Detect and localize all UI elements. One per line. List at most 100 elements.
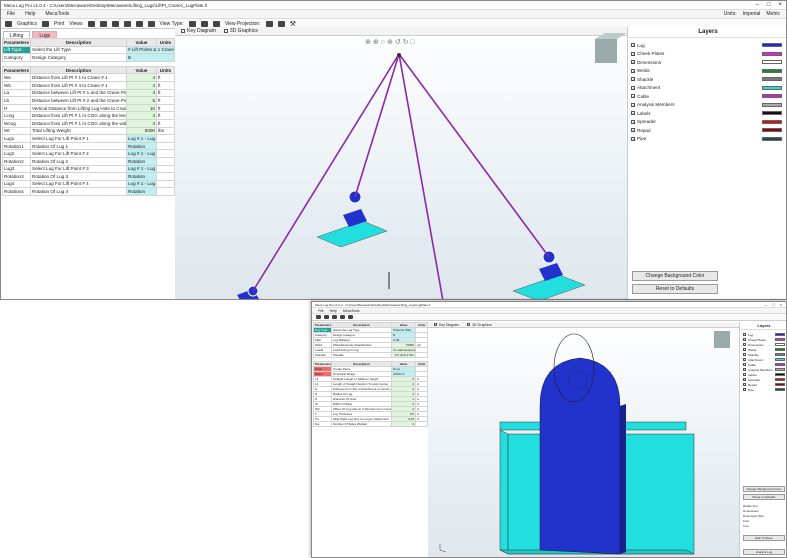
param-value[interactable]: 5 Loads Entered (391, 347, 416, 353)
layer-checkbox[interactable]: ✓ (743, 338, 747, 342)
layer-checkbox[interactable]: ✓ (631, 60, 635, 65)
view-type-wire-icon[interactable] (200, 20, 208, 27)
3d-viewport[interactable]: Key Diagram 3D Graphics (428, 322, 739, 557)
param-value[interactable]: Lug # 1 - Lug (126, 134, 157, 143)
param-value[interactable]: 4 (126, 118, 157, 128)
minimize-icon[interactable]: – (765, 302, 767, 307)
layer-row[interactable]: ✓ Welds (628, 67, 786, 76)
layer-checkbox[interactable]: ✓ (631, 102, 635, 107)
change-background-color-button[interactable]: Change Background Color (743, 486, 785, 492)
view-right-icon[interactable] (123, 20, 131, 27)
view-iso-icon[interactable] (348, 315, 353, 319)
layer-color-swatch[interactable] (762, 77, 782, 82)
layer-color-swatch[interactable] (775, 378, 785, 381)
layer-color-swatch[interactable] (775, 363, 785, 366)
layer-checkbox[interactable]: ✓ (631, 43, 635, 48)
layer-color-swatch[interactable] (775, 338, 785, 341)
param-value[interactable]: 4 (126, 73, 157, 82)
layer-checkbox[interactable]: ✓ (743, 333, 747, 337)
layer-row[interactable]: ✓ Pipe (628, 135, 786, 144)
layer-checkbox[interactable]: ✓ (743, 383, 747, 387)
param-value[interactable]: Lug # 1 - Lug (126, 164, 157, 174)
close-icon[interactable]: × (780, 302, 782, 307)
reset-to-defaults-button[interactable]: Reset to Defaults (632, 284, 718, 294)
layer-color-swatch[interactable] (775, 373, 785, 376)
layer-color-swatch[interactable] (762, 43, 782, 48)
layer-color-swatch[interactable] (775, 343, 785, 346)
line-option[interactable]: Line (743, 524, 785, 529)
param-value[interactable]: Lug # 1 - Lug (126, 149, 157, 158)
layer-row[interactable]: ✓ Shackle (628, 75, 786, 84)
projection-ortho-icon[interactable] (277, 20, 285, 27)
layer-row[interactable]: ✓ Analysis Members (628, 101, 786, 110)
print-icon[interactable] (324, 315, 329, 319)
view-top-icon[interactable] (135, 20, 143, 27)
layer-checkbox[interactable]: ✓ (631, 94, 635, 99)
layer-color-swatch[interactable] (775, 358, 785, 361)
param-value[interactable]: 4 (126, 88, 157, 98)
print-icon[interactable] (42, 20, 50, 27)
analyze-lug-button[interactable]: Analyze Lug (743, 549, 785, 555)
layer-checkbox[interactable]: ✓ (743, 348, 747, 352)
layer-color-swatch[interactable] (775, 333, 785, 336)
reset-to-defaults-button[interactable]: Reset to Defaults (743, 494, 785, 500)
layer-color-swatch[interactable] (762, 136, 782, 141)
menu-mecatools[interactable]: MecaTools (343, 309, 360, 313)
layer-color-swatch[interactable] (762, 128, 782, 133)
view-front-icon[interactable] (87, 20, 95, 27)
layer-row[interactable]: ✓ Cheek Plates (628, 50, 786, 59)
maximize-icon[interactable]: □ (767, 2, 771, 8)
layer-color-swatch[interactable] (762, 94, 782, 99)
lift-type-select[interactable]: # Lift Points & 1 Crane (126, 45, 175, 55)
param-value[interactable]: Rotation (126, 172, 157, 181)
layer-checkbox[interactable]: ✓ (743, 358, 747, 362)
view-left-icon[interactable] (111, 20, 119, 27)
layer-checkbox[interactable]: ✓ (631, 68, 635, 73)
menu-help[interactable]: Help (330, 309, 337, 313)
layer-color-swatch[interactable] (762, 119, 782, 124)
layer-checkbox[interactable]: ✓ (631, 51, 635, 56)
param-value[interactable]: 5 (126, 96, 157, 105)
param-value[interactable]: 10 (126, 103, 157, 113)
view-type-edges-icon[interactable] (212, 20, 220, 27)
layer-row[interactable]: ✓ Attachment (628, 84, 786, 93)
layer-color-swatch[interactable] (775, 383, 785, 386)
view-front-icon[interactable] (332, 315, 337, 319)
graphics-icon[interactable] (5, 20, 12, 27)
change-background-color-button[interactable]: Change Background Color (632, 271, 718, 281)
menu-help[interactable]: Help (25, 11, 35, 17)
category-select[interactable]: B (126, 53, 175, 62)
param-value[interactable]: 4 (126, 111, 157, 120)
layer-checkbox[interactable]: ✓ (631, 136, 635, 141)
layer-checkbox[interactable]: ✓ (631, 77, 635, 82)
layer-checkbox[interactable]: ✓ (743, 363, 747, 367)
layer-color-swatch[interactable] (762, 51, 782, 56)
menu-file[interactable]: File (318, 309, 324, 313)
layer-row[interactable]: ✓ Repad (628, 126, 786, 135)
layer-row[interactable]: ✓ Spreader (628, 118, 786, 127)
maximize-icon[interactable]: □ (772, 302, 774, 307)
edit-to-move-button[interactable]: Edit To Move (743, 535, 785, 541)
layer-checkbox[interactable]: ✓ (631, 85, 635, 90)
minimize-icon[interactable]: – (756, 2, 759, 8)
param-value[interactable]: Lug # 1 - Lug (126, 179, 157, 189)
layer-row[interactable]: ✓ Dimensions (628, 58, 786, 67)
layer-color-swatch[interactable] (762, 60, 782, 65)
view-iso-icon[interactable] (147, 20, 155, 27)
close-icon[interactable]: × (778, 2, 782, 8)
layer-checkbox[interactable]: ✓ (743, 343, 747, 347)
layer-checkbox[interactable]: ✓ (743, 368, 747, 372)
layer-color-swatch[interactable] (762, 111, 782, 116)
units-imperial-option[interactable]: Imperial (743, 11, 761, 17)
layer-checkbox[interactable]: ✓ (743, 388, 747, 392)
layer-checkbox[interactable]: ✓ (631, 119, 635, 124)
3d-viewport[interactable]: Key Diagram 3D Graphics ⊕⊕○⊕↺↻□ (175, 27, 627, 299)
layer-checkbox[interactable]: ✓ (743, 378, 747, 382)
layer-color-swatch[interactable] (775, 348, 785, 351)
layer-row[interactable]: ✓ Cable (628, 92, 786, 101)
param-value[interactable]: Rotation (126, 156, 157, 166)
projection-perspective-icon[interactable] (265, 20, 273, 27)
layer-checkbox[interactable]: ✓ (631, 111, 635, 116)
layer-row[interactable]: ✓ Pipe (740, 387, 786, 392)
layer-color-swatch[interactable] (775, 353, 785, 356)
